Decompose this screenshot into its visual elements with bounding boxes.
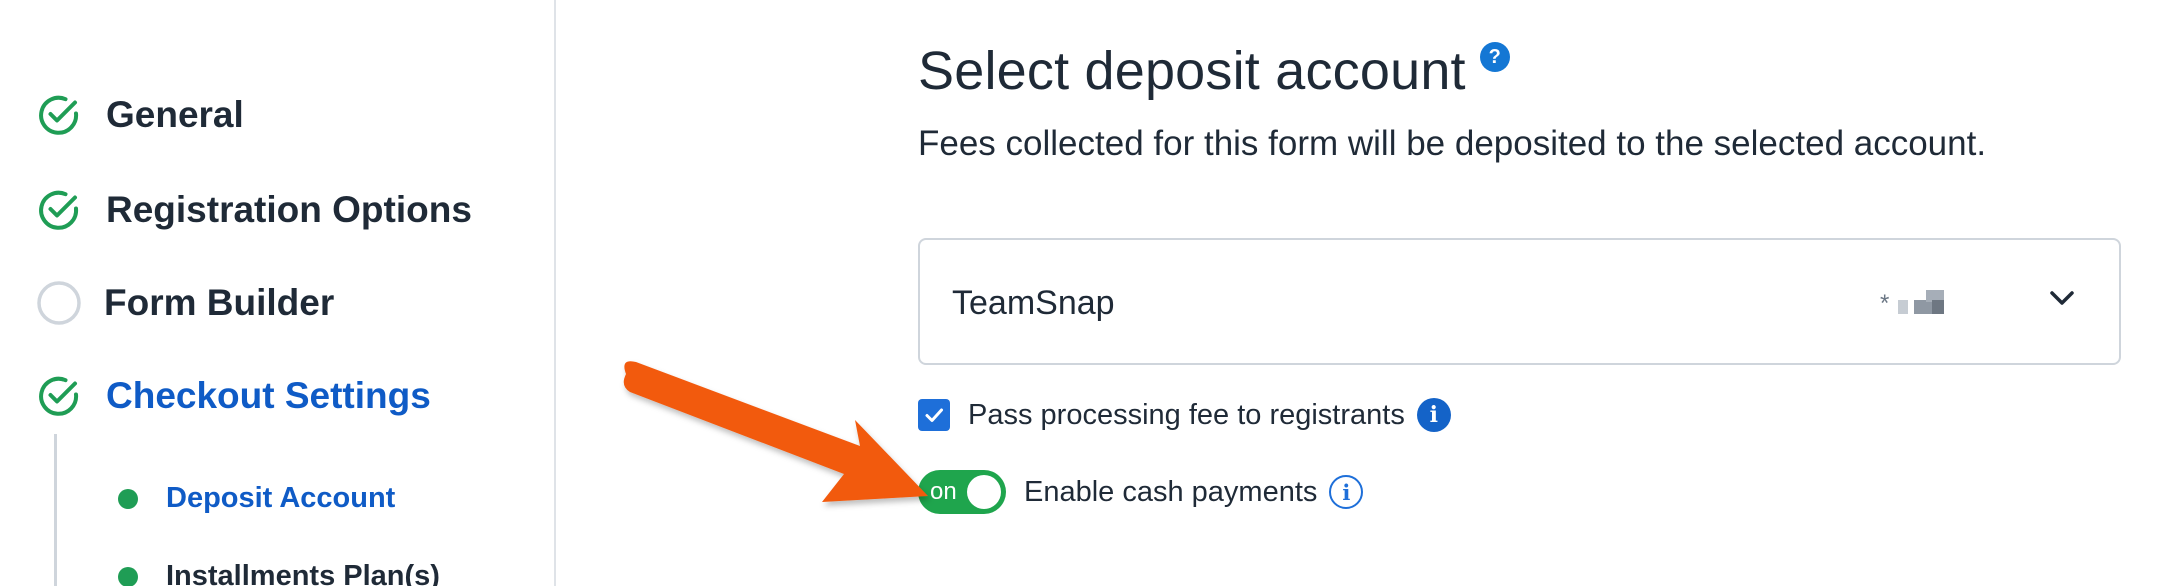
cash-payments-toggle[interactable]: on — [918, 470, 1006, 514]
sidebar-step-general[interactable]: General — [36, 92, 244, 138]
sidebar-substep-label: Deposit Account — [166, 482, 396, 514]
sidebar-step-label: Checkout Settings — [106, 375, 431, 416]
check-circle-icon — [36, 92, 82, 138]
sidebar-substep-installments-plan[interactable]: Installments Plan(s) — [118, 560, 440, 586]
deposit-account-select[interactable]: TeamSnap * — [918, 238, 2121, 365]
pass-fee-label: Pass processing fee to registrants — [968, 398, 1405, 431]
info-outline-icon[interactable]: i — [1329, 475, 1364, 509]
sidebar-step-label: General — [106, 94, 244, 135]
wizard-sidebar: General Registration Options Form Builde… — [0, 0, 556, 586]
toggle-state-text: on — [930, 478, 957, 505]
sidebar-step-checkout-settings[interactable]: Checkout Settings — [36, 373, 431, 419]
page-title: Select deposit account — [918, 41, 1466, 101]
toggle-knob — [967, 475, 1001, 509]
cash-payments-label: Enable cash payments — [1024, 475, 1318, 508]
cash-payments-option: on Enable cash payments i — [918, 470, 1364, 514]
empty-circle-icon — [36, 280, 82, 326]
info-icon[interactable]: i — [1416, 398, 1451, 432]
sidebar-substep-label: Installments Plan(s) — [166, 560, 440, 586]
sidebar-step-form-builder[interactable]: Form Builder — [36, 280, 334, 326]
section-header: Select deposit account ? — [918, 40, 1510, 102]
chevron-down-icon — [2045, 282, 2079, 316]
substep-rail — [54, 434, 57, 586]
check-circle-icon — [36, 373, 82, 419]
status-dot-icon — [118, 566, 138, 586]
check-circle-icon — [36, 187, 82, 233]
page-subtitle: Fees collected for this form will be dep… — [918, 124, 1987, 163]
help-icon[interactable]: ? — [1479, 42, 1510, 72]
pass-fee-option: Pass processing fee to registrants i — [918, 398, 1451, 432]
status-dot-icon — [118, 488, 138, 509]
checkmark-icon — [925, 408, 943, 422]
sidebar-step-registration-options[interactable]: Registration Options — [36, 187, 472, 233]
selected-account-name: TeamSnap — [952, 284, 1115, 322]
pass-fee-checkbox[interactable] — [918, 399, 950, 431]
sidebar-step-label: Registration Options — [106, 189, 472, 230]
sidebar-substep-deposit-account[interactable]: Deposit Account — [118, 482, 395, 515]
masked-account-number: * — [1880, 290, 1952, 320]
sidebar-step-label: Form Builder — [104, 282, 335, 323]
